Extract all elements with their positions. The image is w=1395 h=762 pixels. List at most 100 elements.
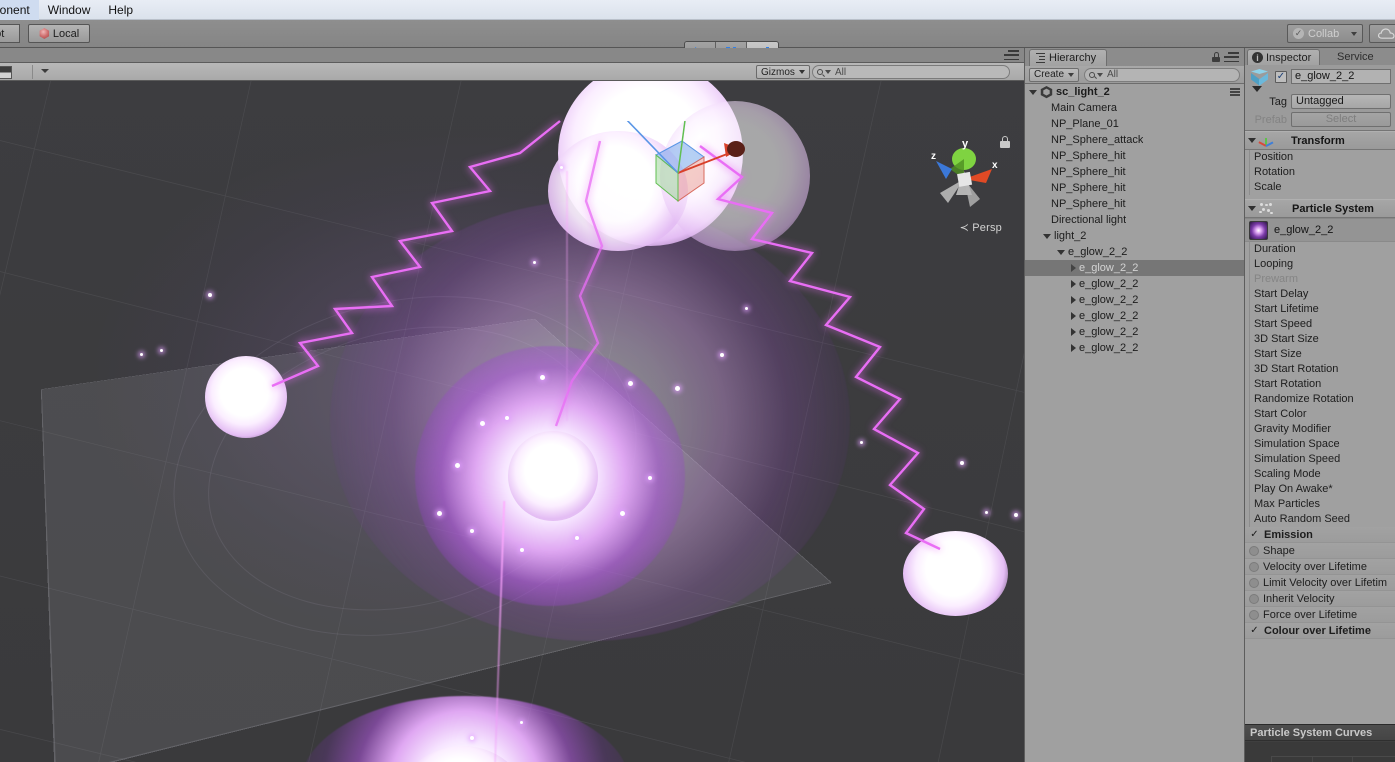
- tag-dropdown[interactable]: Untagged: [1291, 94, 1391, 109]
- scene-canvas[interactable]: y z x ≺ Persp Particle Effect Simulate S…: [0, 81, 1024, 762]
- hierarchy-item-9[interactable]: light_2: [1025, 228, 1244, 244]
- hierarchy-item-1[interactable]: Main Camera: [1025, 100, 1244, 116]
- menu-item-window[interactable]: Window: [39, 0, 100, 20]
- shading-mode-dropdown[interactable]: [0, 66, 12, 79]
- collab-button[interactable]: ✓ Collab: [1287, 24, 1363, 43]
- ps-property-row-7[interactable]: Start Size: [1249, 347, 1395, 362]
- transform-row-1[interactable]: Rotation: [1249, 165, 1395, 180]
- tab-inspector[interactable]: i Inspector: [1247, 49, 1321, 65]
- ps-property-row-18[interactable]: Auto Random Seed: [1249, 512, 1395, 527]
- hierarchy-item-2[interactable]: NP_Plane_01: [1025, 116, 1244, 132]
- local-toggle-button[interactable]: Local: [28, 24, 90, 43]
- transform-row-2[interactable]: Scale: [1249, 180, 1395, 195]
- module-toggle-icon[interactable]: [1249, 593, 1259, 604]
- transform-row-0[interactable]: Position: [1249, 150, 1395, 165]
- ps-property-row-4[interactable]: Start Lifetime: [1249, 302, 1395, 317]
- checkmark-icon[interactable]: ✓: [1249, 625, 1260, 636]
- transform-gizmo[interactable]: [600, 121, 760, 231]
- hierarchy-item-5[interactable]: NP_Sphere_hit: [1025, 164, 1244, 180]
- ps-property-row-8[interactable]: 3D Start Rotation: [1249, 362, 1395, 377]
- menu-item-component[interactable]: ponent: [0, 0, 39, 20]
- hierarchy-item-3[interactable]: NP_Sphere_attack: [1025, 132, 1244, 148]
- chevron-down-icon[interactable]: [1248, 138, 1256, 143]
- object-name-field[interactable]: e_glow_2_2: [1291, 69, 1391, 84]
- ps-property-row-0[interactable]: Duration: [1249, 242, 1395, 257]
- scene-2d-toggle-caret-icon[interactable]: [41, 69, 49, 73]
- curves-graph-area[interactable]: [1245, 742, 1395, 762]
- ps-property-row-15[interactable]: Scaling Mode: [1249, 467, 1395, 482]
- ps-property-row-6[interactable]: 3D Start Size: [1249, 332, 1395, 347]
- ps-module-label: Inherit Velocity: [1263, 592, 1335, 605]
- hierarchy-item-11[interactable]: e_glow_2_2: [1025, 260, 1244, 276]
- ps-property-row-17[interactable]: Max Particles: [1249, 497, 1395, 512]
- object-enabled-checkbox[interactable]: ✓: [1275, 71, 1287, 83]
- prefab-select-button[interactable]: Select: [1291, 112, 1391, 127]
- scene-search-input[interactable]: All: [812, 65, 1010, 79]
- chevron-right-icon[interactable]: [1071, 264, 1076, 272]
- gizmos-dropdown[interactable]: Gizmos: [756, 65, 810, 79]
- ps-property-row-12[interactable]: Gravity Modifier: [1249, 422, 1395, 437]
- ps-module-3[interactable]: Limit Velocity over Lifetim: [1245, 575, 1395, 591]
- hierarchy-item-16[interactable]: e_glow_2_2: [1025, 340, 1244, 356]
- hierarchy-item-12[interactable]: e_glow_2_2: [1025, 276, 1244, 292]
- chevron-down-icon[interactable]: [1029, 89, 1037, 95]
- ps-property-row-9[interactable]: Start Rotation: [1249, 377, 1395, 392]
- hierarchy-item-6[interactable]: NP_Sphere_hit: [1025, 180, 1244, 196]
- tab-services[interactable]: Service: [1333, 49, 1382, 65]
- hierarchy-item-10[interactable]: e_glow_2_2: [1025, 244, 1244, 260]
- cloud-services-button[interactable]: [1369, 24, 1395, 43]
- hierarchy-item-4[interactable]: NP_Sphere_hit: [1025, 148, 1244, 164]
- chevron-down-icon[interactable]: [1043, 233, 1051, 239]
- hierarchy-search-input[interactable]: All: [1084, 67, 1240, 82]
- ps-module-4[interactable]: Inherit Velocity: [1245, 591, 1395, 607]
- ps-property-row-1[interactable]: Looping: [1249, 257, 1395, 272]
- hierarchy-item-0[interactable]: sc_light_2: [1025, 84, 1244, 100]
- ps-property-row-13[interactable]: Simulation Space: [1249, 437, 1395, 452]
- particle-system-asset-row[interactable]: e_glow_2_2: [1245, 218, 1395, 242]
- menu-item-help[interactable]: Help: [99, 0, 142, 20]
- hierarchy-item-13[interactable]: e_glow_2_2: [1025, 292, 1244, 308]
- scene-projection-label[interactable]: ≺ Persp: [960, 221, 1002, 234]
- transform-component-header[interactable]: Transform: [1245, 131, 1395, 150]
- module-toggle-icon[interactable]: [1249, 577, 1259, 588]
- ps-module-2[interactable]: Velocity over Lifetime: [1245, 559, 1395, 575]
- create-button[interactable]: Create: [1029, 67, 1080, 82]
- hierarchy-lock-icon[interactable]: [1212, 52, 1220, 62]
- pivot-toggle-button[interactable]: vot: [0, 24, 20, 43]
- scene-panel-menu-icon[interactable]: [1004, 50, 1019, 60]
- scene-tab-bar: [0, 48, 1024, 63]
- chevron-down-icon: [1068, 72, 1075, 77]
- ps-module-6[interactable]: ✓ Colour over Lifetime: [1245, 623, 1395, 639]
- chevron-right-icon[interactable]: [1071, 280, 1076, 288]
- ps-property-row-16[interactable]: Play On Awake*: [1249, 482, 1395, 497]
- chevron-right-icon[interactable]: [1071, 344, 1076, 352]
- ps-module-1[interactable]: Shape: [1245, 543, 1395, 559]
- chevron-right-icon[interactable]: [1071, 312, 1076, 320]
- chevron-down-icon[interactable]: [1248, 206, 1256, 211]
- hierarchy-item-8[interactable]: Directional light: [1025, 212, 1244, 228]
- particle-system-component-header[interactable]: Particle System: [1245, 199, 1395, 218]
- chevron-right-icon[interactable]: [1071, 296, 1076, 304]
- scene-orientation-gizmo[interactable]: y z x: [918, 133, 1010, 233]
- hierarchy-item-label: NP_Sphere_attack: [1051, 134, 1144, 146]
- ps-property-row-3[interactable]: Start Delay: [1249, 287, 1395, 302]
- hierarchy-tree[interactable]: sc_light_2 Main Camera NP_Plane_01 NP_Spher…: [1025, 84, 1244, 762]
- ps-property-row-5[interactable]: Start Speed: [1249, 317, 1395, 332]
- checkmark-icon[interactable]: ✓: [1249, 529, 1260, 540]
- chevron-right-icon[interactable]: [1071, 328, 1076, 336]
- chevron-down-icon[interactable]: [1057, 249, 1065, 255]
- hierarchy-item-15[interactable]: e_glow_2_2: [1025, 324, 1244, 340]
- ps-module-5[interactable]: Force over Lifetime: [1245, 607, 1395, 623]
- tab-hierarchy[interactable]: Hierarchy: [1029, 49, 1108, 66]
- module-toggle-icon[interactable]: [1249, 609, 1259, 620]
- ps-property-row-11[interactable]: Start Color: [1249, 407, 1395, 422]
- hierarchy-item-7[interactable]: NP_Sphere_hit: [1025, 196, 1244, 212]
- ps-property-row-10[interactable]: Randomize Rotation: [1249, 392, 1395, 407]
- hierarchy-panel-menu-icon[interactable]: [1224, 52, 1239, 62]
- ps-module-0[interactable]: ✓ Emission: [1245, 527, 1395, 543]
- module-toggle-icon[interactable]: [1249, 561, 1259, 572]
- module-toggle-icon[interactable]: [1249, 545, 1259, 556]
- scene-context-menu-icon[interactable]: [1230, 88, 1240, 96]
- ps-property-row-14[interactable]: Simulation Speed: [1249, 452, 1395, 467]
- hierarchy-item-14[interactable]: e_glow_2_2: [1025, 308, 1244, 324]
